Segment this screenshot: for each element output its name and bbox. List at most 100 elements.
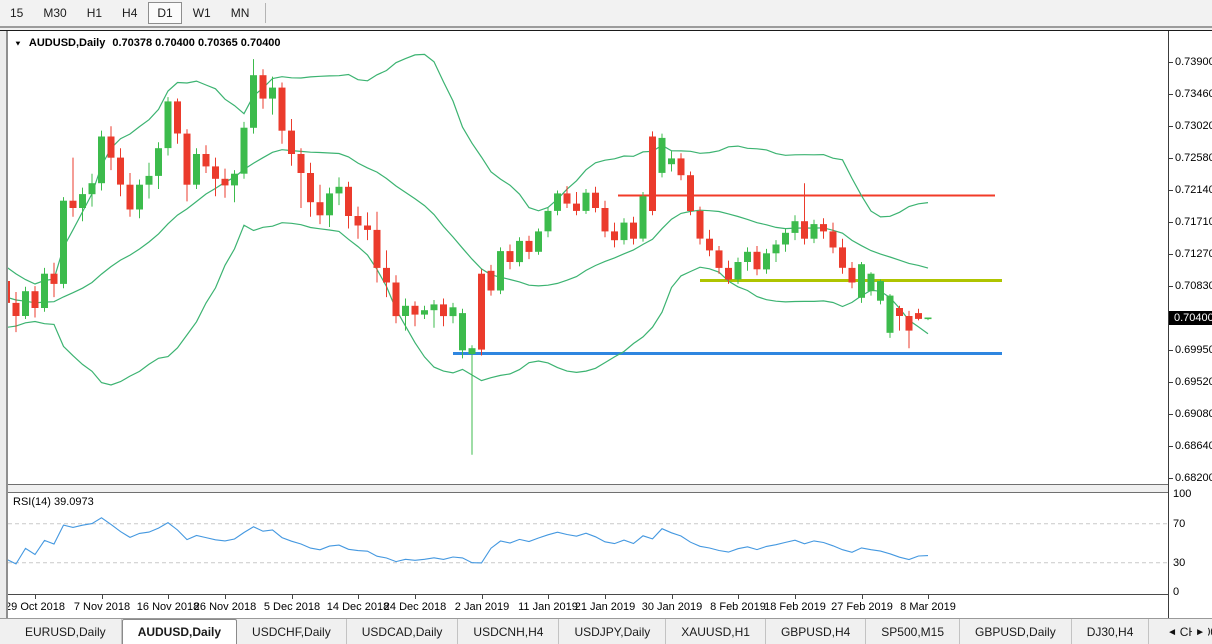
tab-scroll-left-icon[interactable]: ◄ (1164, 619, 1180, 644)
candle-body (735, 262, 742, 280)
price-chart-canvas[interactable] (8, 32, 1168, 484)
rsi-canvas[interactable] (8, 493, 1168, 594)
candle-body (260, 75, 267, 98)
panel-divider[interactable] (8, 484, 1168, 493)
candle-body (459, 313, 466, 350)
date-axis-label: 29 Oct 2018 (8, 601, 65, 613)
candle-body (592, 193, 599, 208)
date-tick-mark (292, 595, 293, 599)
timeframe-button-m30[interactable]: M30 (34, 2, 75, 24)
candle-body (51, 274, 58, 284)
price-chart-panel[interactable]: ▼ AUDUSD,Daily 0.70378 0.70400 0.70365 0… (8, 32, 1168, 484)
rsi-line[interactable] (8, 518, 928, 564)
candle-body (231, 174, 238, 186)
date-tick-mark (168, 595, 169, 599)
bollinger-upper-line[interactable] (8, 54, 928, 284)
chart-tab-audusd[interactable]: AUDUSD,Daily (122, 619, 237, 644)
candle-body (725, 268, 732, 280)
candle-body (174, 101, 181, 133)
candle-body (763, 253, 770, 269)
candle-body (754, 252, 761, 269)
candle-body (402, 306, 409, 316)
date-tick-mark (225, 595, 226, 599)
price-tick-mark (1169, 62, 1173, 63)
candle-body (915, 313, 922, 319)
date-tick-mark (672, 595, 673, 599)
candle-body (298, 154, 305, 173)
candle-body (155, 148, 162, 176)
candle-body (41, 274, 48, 308)
timeframe-button-h1[interactable]: H1 (78, 2, 111, 24)
date-axis-label: 14 Dec 2018 (327, 601, 389, 613)
date-tick-mark (548, 595, 549, 599)
rsi-axis-label: 30 (1173, 557, 1185, 569)
chart-tab-eurusd[interactable]: EURUSD,Daily (10, 619, 122, 644)
chart-tab-usdjpy[interactable]: USDJPY,Daily (559, 619, 666, 644)
chart-tab-dj30[interactable]: DJ30,H4 (1072, 619, 1150, 644)
candle-body (98, 137, 105, 184)
candle-body (611, 231, 618, 240)
candle-body (640, 196, 647, 238)
date-tick-mark (738, 595, 739, 599)
tab-scroll-right-icon[interactable]: ► (1192, 619, 1208, 644)
rsi-axis-label: 70 (1173, 518, 1185, 530)
candle-body (697, 211, 704, 239)
candle-body (22, 291, 29, 316)
candle-body (165, 101, 172, 148)
chart-title: ▼ AUDUSD,Daily 0.70378 0.70400 0.70365 0… (14, 37, 281, 49)
chart-tab-sp500[interactable]: SP500,M15 (866, 619, 960, 644)
timeframe-button-d1[interactable]: D1 (148, 2, 181, 24)
timeframe-button-h4[interactable]: H4 (113, 2, 146, 24)
candle-body (383, 268, 390, 283)
date-axis-label: 18 Feb 2019 (764, 601, 826, 613)
chart-tab-usdcad[interactable]: USDCAD,Daily (347, 619, 459, 644)
date-axis-label: 27 Feb 2019 (831, 601, 893, 613)
timeframe-button-mn[interactable]: MN (222, 2, 259, 24)
bollinger-lower-line[interactable] (8, 223, 928, 385)
candle-body (906, 316, 913, 331)
candle-body (602, 208, 609, 231)
candle-body (516, 241, 523, 262)
candle-body (858, 264, 865, 298)
candle-body (136, 185, 143, 210)
chart-tab-xauusd[interactable]: XAUUSD,H1 (666, 619, 766, 644)
candle-body (269, 88, 276, 99)
date-axis[interactable]: 29 Oct 20187 Nov 201816 Nov 201826 Nov 2… (8, 594, 1168, 619)
candle-body (326, 193, 333, 215)
timeframe-button-w1[interactable]: W1 (184, 2, 220, 24)
candle-body (478, 274, 485, 350)
candle-body (545, 211, 552, 231)
candle-body (535, 231, 542, 251)
date-axis-label: 26 Nov 2018 (194, 601, 256, 613)
timeframe-button-m15[interactable]: 15 (1, 2, 32, 24)
candle-body (279, 88, 286, 131)
chart-tab-usdchf[interactable]: USDCHF,Daily (237, 619, 347, 644)
price-axis-label: 0.73460 (1175, 88, 1212, 100)
chart-tab-usdcnh[interactable]: USDCNH,H4 (458, 619, 559, 644)
price-axis[interactable]: 0.739000.734600.730200.725800.721400.717… (1168, 31, 1212, 619)
price-tick-mark (1169, 446, 1173, 447)
price-tick-mark (1169, 190, 1173, 191)
candle-body (925, 318, 932, 320)
candle-body (887, 296, 894, 333)
candle-body (868, 274, 875, 292)
rsi-panel[interactable]: RSI(14) 39.0973 (8, 493, 1168, 594)
candle-body (773, 245, 780, 254)
candle-body (60, 201, 67, 284)
window-left-frame (0, 31, 8, 619)
candle-body (203, 154, 210, 166)
candle-body (507, 251, 514, 262)
candle-body (706, 239, 713, 251)
candle-body (307, 173, 314, 202)
date-axis-label: 7 Nov 2018 (74, 601, 130, 613)
symbol-dropdown-icon[interactable]: ▼ (14, 39, 22, 47)
price-axis-label: 0.70830 (1175, 280, 1212, 292)
chart-tab-gbpusd[interactable]: GBPUSD,Daily (960, 619, 1072, 644)
candle-body (877, 281, 884, 301)
chart-tab-gbpusd[interactable]: GBPUSD,H4 (766, 619, 866, 644)
candle-body (13, 303, 20, 316)
candle-body (336, 187, 343, 194)
price-axis-label: 0.71710 (1175, 216, 1212, 228)
price-tick-mark (1169, 222, 1173, 223)
candle-body (782, 233, 789, 245)
